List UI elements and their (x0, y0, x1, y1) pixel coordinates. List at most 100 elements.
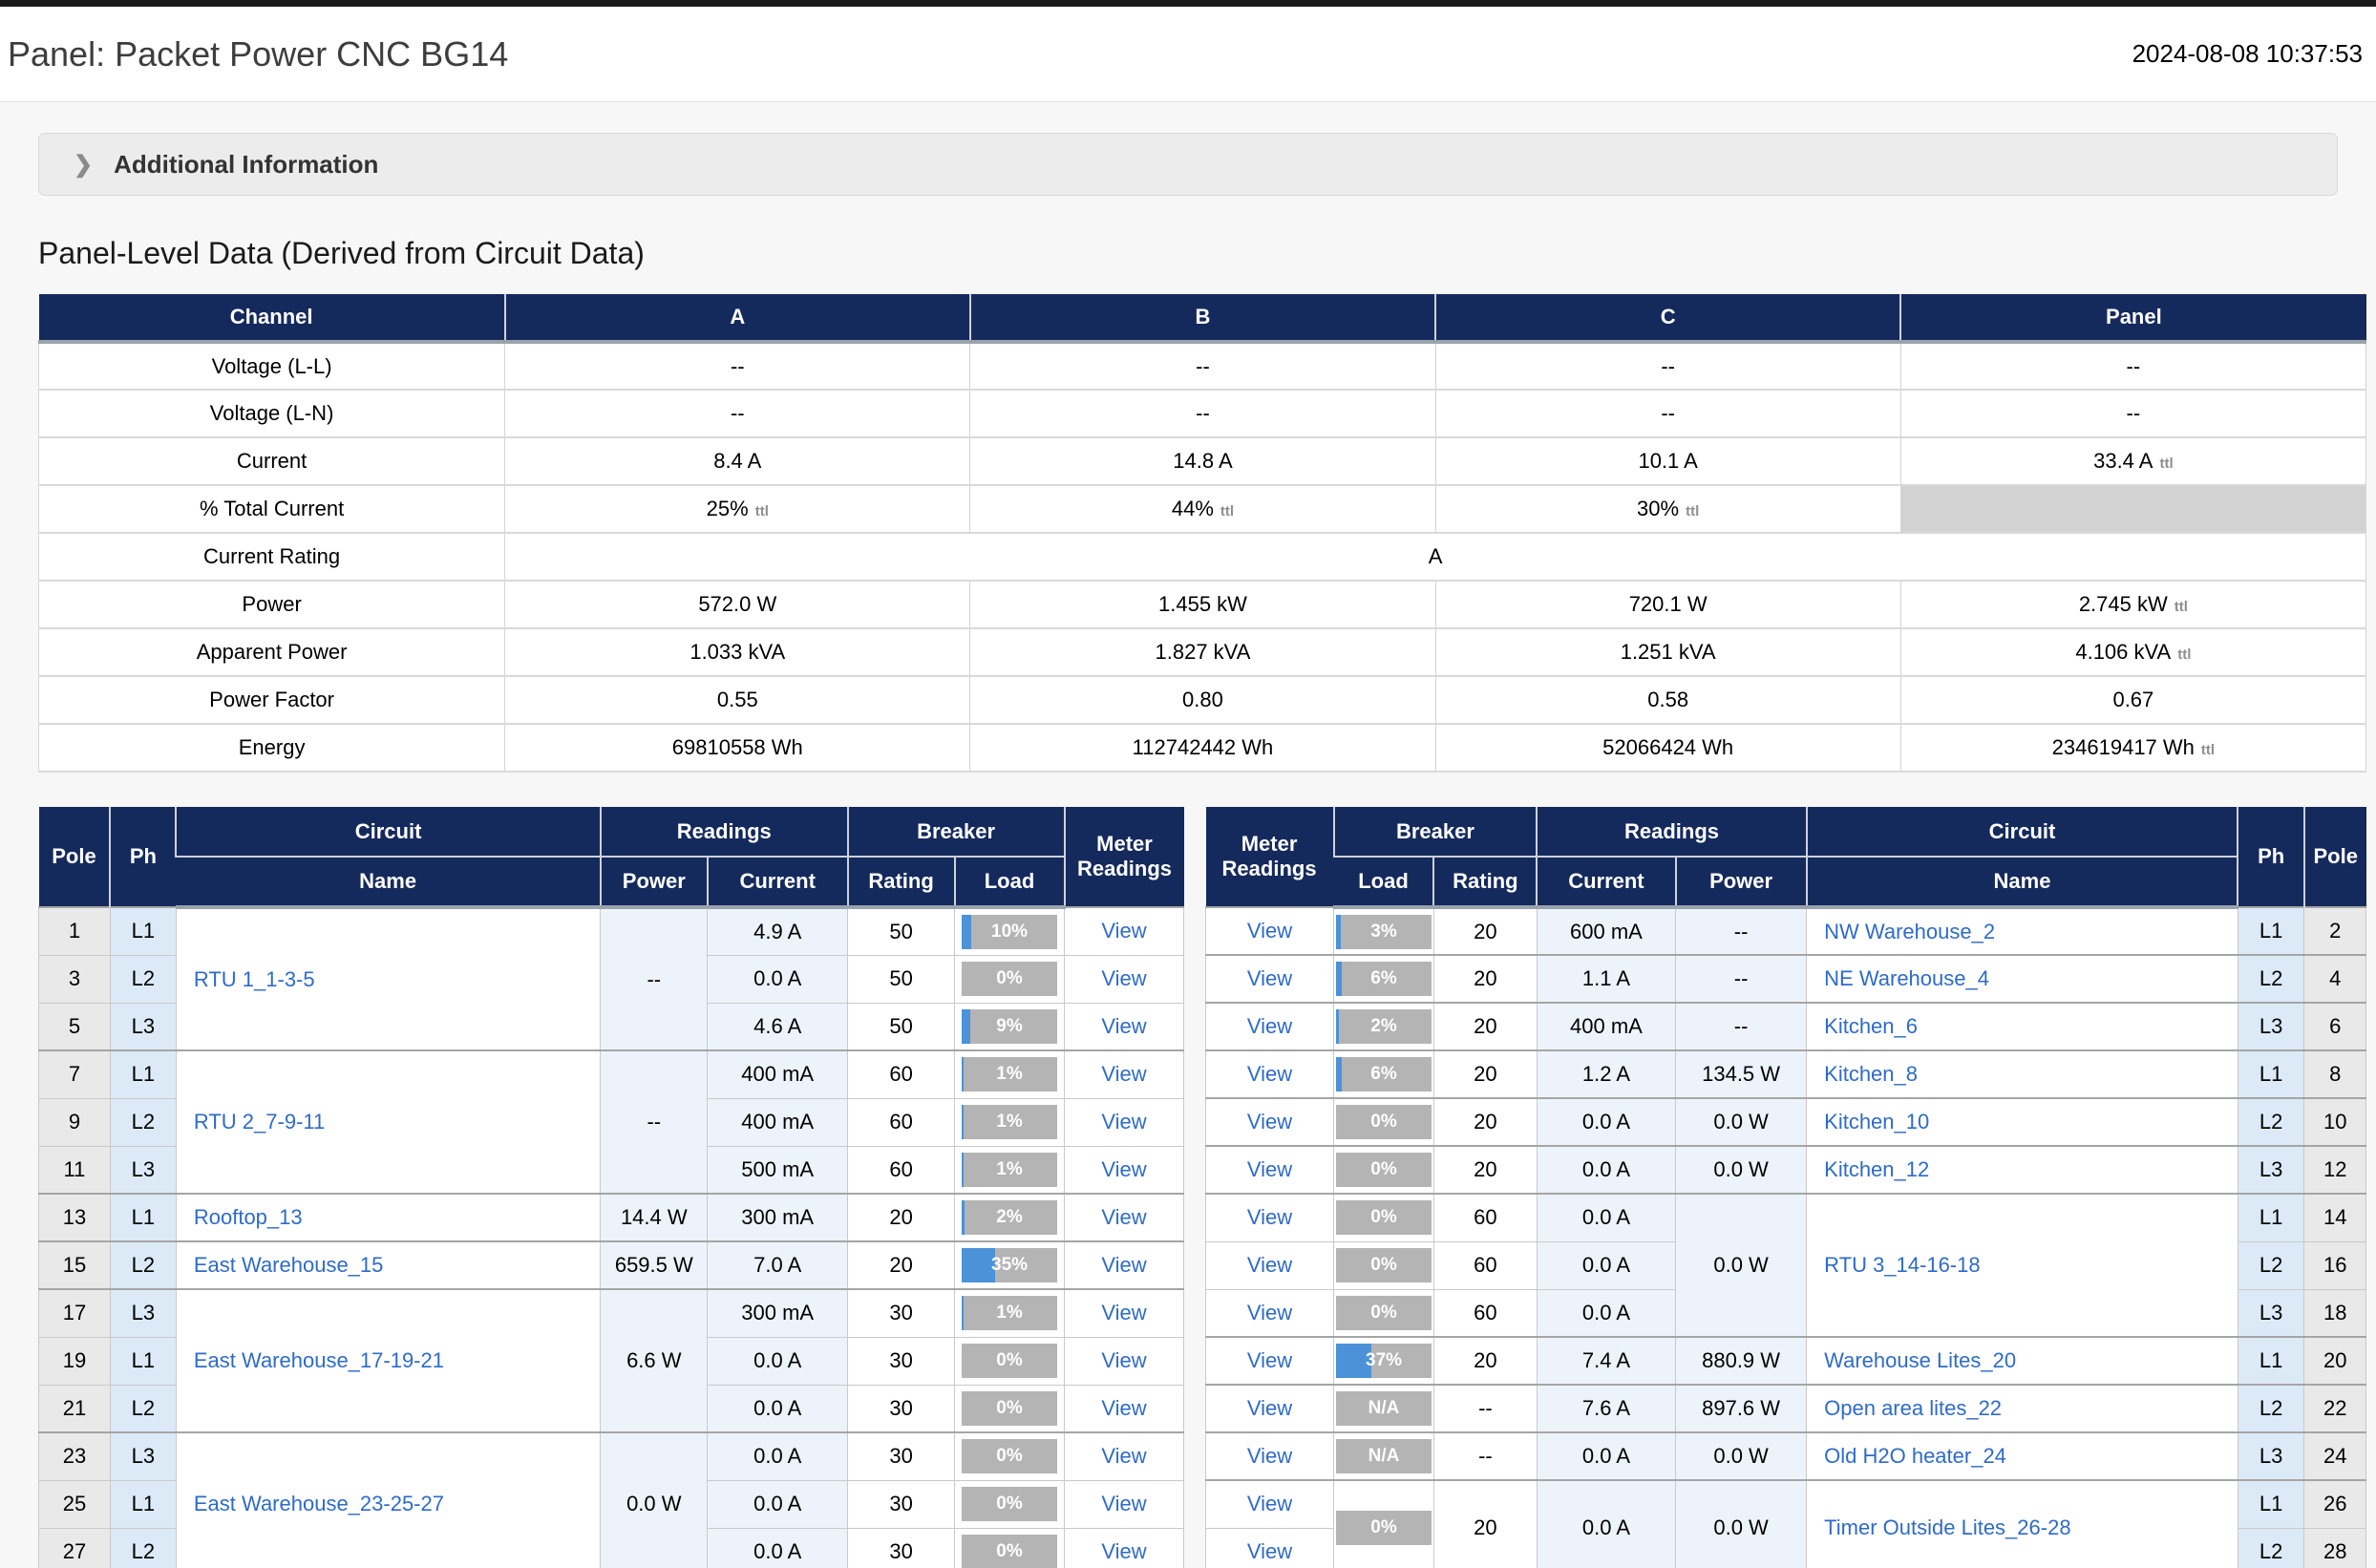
meter-cell: View (1065, 1194, 1184, 1241)
power-cell: 0.0 W (1676, 1480, 1807, 1568)
view-link[interactable]: View (1247, 1253, 1292, 1277)
load-cell: 0% (955, 1480, 1065, 1528)
circuit-name-link[interactable]: Open area lites_22 (1824, 1396, 2002, 1420)
view-link[interactable]: View (1101, 1062, 1146, 1086)
current-cell: 7.4 A (1537, 1337, 1675, 1385)
view-link[interactable]: View (1247, 1444, 1292, 1468)
row-label: Current (39, 437, 505, 485)
view-link[interactable]: View (1101, 1301, 1146, 1324)
load-cell: 0% (1334, 1241, 1434, 1289)
rating-cell: 30 (848, 1385, 955, 1432)
view-link[interactable]: View (1247, 1157, 1292, 1181)
table-row: Voltage (L-N) -- -- -- -- (39, 390, 2366, 437)
circuit-name-link[interactable]: RTU 2_7-9-11 (194, 1110, 325, 1134)
circuit-name-link[interactable]: Timer Outside Lites_26-28 (1824, 1515, 2070, 1539)
view-link[interactable]: View (1101, 1396, 1146, 1420)
view-link[interactable]: View (1247, 1348, 1292, 1372)
circuit-name-link[interactable]: RTU 1_1-3-5 (194, 967, 315, 991)
view-link[interactable]: View (1101, 1444, 1146, 1468)
pole-cell: 10 (2304, 1098, 2366, 1146)
meter-cell: View (1065, 1050, 1184, 1098)
additional-information-toggle[interactable]: ❯ Additional Information (38, 133, 2338, 196)
meter-cell: View (1065, 1241, 1184, 1289)
ph-cell: L3 (110, 1146, 176, 1194)
circuit-name-link[interactable]: East Warehouse_15 (194, 1253, 384, 1277)
view-link[interactable]: View (1101, 966, 1146, 990)
rating-cell: 60 (1433, 1289, 1537, 1337)
circuit-name-link[interactable]: NE Warehouse_4 (1824, 966, 1989, 990)
ttl-badge: ttl (2201, 742, 2215, 758)
circuit-name-link[interactable]: Kitchen_6 (1824, 1014, 1918, 1038)
power-cell: -- (1676, 955, 1807, 1003)
table-row: Apparent Power 1.033 kVA 1.827 kVA 1.251… (39, 628, 2366, 676)
circuit-name-cell: NW Warehouse_2 (1807, 907, 2238, 955)
circuit-name-link[interactable]: Kitchen_8 (1824, 1062, 1918, 1086)
view-link[interactable]: View (1247, 1539, 1292, 1563)
table-row: View N/A -- 0.0 A 0.0 W Old H2O heater_2… (1206, 1432, 2366, 1480)
view-link[interactable]: View (1247, 919, 1292, 943)
value-cell: 0.58 (1435, 676, 1900, 724)
table-row: View 6% 20 1.1 A -- NE Warehouse_4 L2 4 (1206, 955, 2366, 1003)
rating-cell: 30 (848, 1480, 955, 1528)
view-link[interactable]: View (1247, 966, 1292, 990)
view-link[interactable]: View (1247, 1062, 1292, 1086)
ttl-badge: ttl (1686, 503, 1699, 519)
table-row: View 2% 20 400 mA -- Kitchen_6 L3 6 (1206, 1003, 2366, 1050)
pole-cell: 2 (2304, 907, 2366, 955)
view-link[interactable]: View (1247, 1492, 1292, 1515)
meter-cell: View (1206, 1385, 1334, 1432)
pole-cell: 28 (2304, 1528, 2366, 1568)
circuit-name-link[interactable]: East Warehouse_23-25-27 (194, 1492, 444, 1515)
circuit-name-link[interactable]: East Warehouse_17-19-21 (194, 1348, 444, 1372)
circuit-name-link[interactable]: Old H2O heater_24 (1824, 1444, 2006, 1468)
load-bar: 6% (1336, 962, 1432, 996)
view-link[interactable]: View (1247, 1205, 1292, 1229)
load-cell: 3% (1334, 907, 1434, 955)
value-cell: -- (970, 342, 1435, 390)
view-link[interactable]: View (1101, 1492, 1146, 1515)
value-cell: 52066424 Wh (1435, 724, 1900, 772)
circuit-name-link[interactable]: Kitchen_10 (1824, 1110, 1929, 1134)
view-link[interactable]: View (1101, 1539, 1146, 1563)
ph-cell: L3 (110, 1432, 176, 1480)
ph-cell: L1 (110, 1194, 176, 1241)
view-link[interactable]: View (1247, 1110, 1292, 1134)
circuit-name-link[interactable]: Warehouse Lites_20 (1824, 1348, 2016, 1372)
table-row: 23 L3 East Warehouse_23-25-27 0.0 W 0.0 … (39, 1432, 1184, 1480)
load-bar: N/A (1336, 1439, 1432, 1473)
circuit-name-cell: Kitchen_10 (1807, 1098, 2238, 1146)
view-link[interactable]: View (1101, 1110, 1146, 1134)
ph-cell: L2 (2238, 1241, 2304, 1289)
load-bar: 6% (1336, 1057, 1432, 1091)
view-link[interactable]: View (1101, 1348, 1146, 1372)
load-bar: 0% (962, 1487, 1057, 1521)
circuit-name-link[interactable]: RTU 3_14-16-18 (1824, 1253, 1980, 1277)
table-row: View 0% 60 0.0 A 0.0 W RTU 3_14-16-18 L1… (1206, 1194, 2366, 1241)
power-cell: 6.6 W (601, 1289, 708, 1432)
meter-cell: View (1065, 1003, 1184, 1050)
value-cell: 8.4 A (505, 437, 970, 485)
view-link[interactable]: View (1247, 1301, 1292, 1324)
view-link[interactable]: View (1101, 1205, 1146, 1229)
value-cell: -- (1435, 390, 1900, 437)
view-link[interactable]: View (1247, 1396, 1292, 1420)
view-link[interactable]: View (1101, 1014, 1146, 1038)
load-bar: 10% (962, 915, 1057, 949)
value-cell: -- (505, 342, 970, 390)
top-accent-bar (0, 0, 2376, 7)
circuit-name-link[interactable]: NW Warehouse_2 (1824, 920, 1995, 943)
view-link[interactable]: View (1101, 1253, 1146, 1277)
view-link[interactable]: View (1101, 1157, 1146, 1181)
load-bar: 0% (962, 962, 1057, 996)
meter-cell: View (1065, 907, 1184, 955)
pole-cell: 15 (39, 1241, 111, 1289)
view-link[interactable]: View (1247, 1014, 1292, 1038)
rating-cell: 60 (848, 1098, 955, 1146)
circuit-name-link[interactable]: Rooftop_13 (194, 1205, 303, 1229)
col-header-power: Power (601, 857, 708, 907)
circuit-name-link[interactable]: Kitchen_12 (1824, 1157, 1929, 1181)
pole-cell: 4 (2304, 955, 2366, 1003)
view-link[interactable]: View (1101, 919, 1146, 943)
load-bar: 1% (962, 1105, 1057, 1139)
load-cell: 0% (955, 1432, 1065, 1480)
